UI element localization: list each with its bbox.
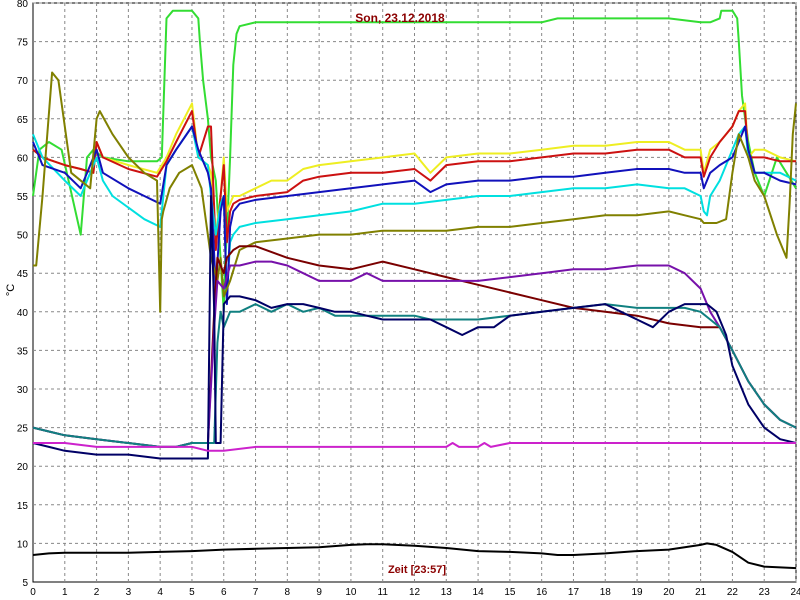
x-tick-label: 16 bbox=[536, 587, 548, 598]
x-axis-label: Zeit [23:57] bbox=[388, 564, 446, 576]
x-tick-label: 17 bbox=[568, 587, 580, 598]
chart-title: Son, 23.12.2018 bbox=[355, 11, 445, 25]
y-tick-label: 60 bbox=[17, 153, 29, 164]
y-tick-label: 20 bbox=[17, 462, 29, 473]
x-tick-label: 19 bbox=[631, 587, 643, 598]
x-tick-label: 14 bbox=[473, 587, 485, 598]
x-tick-label: 24 bbox=[790, 587, 800, 598]
x-tick-label: 10 bbox=[345, 587, 357, 598]
x-tick-label: 9 bbox=[316, 587, 322, 598]
x-tick-label: 18 bbox=[600, 587, 612, 598]
x-tick-label: 2 bbox=[94, 587, 100, 598]
y-tick-label: 35 bbox=[17, 346, 29, 357]
x-tick-label: 12 bbox=[409, 587, 421, 598]
y-tick-label: 30 bbox=[17, 385, 29, 396]
x-tick-label: 7 bbox=[253, 587, 259, 598]
x-tick-label: 21 bbox=[695, 587, 707, 598]
chart-container: 5 10 15 20 25 30 35 40 45 50 55 60 65 70 75 80 0 1 2 3 4 5 6 7 8… bbox=[0, 0, 800, 600]
x-tick-label: 8 bbox=[285, 587, 291, 598]
y-tick-label: 5 bbox=[22, 578, 28, 589]
y-tick-label: 50 bbox=[17, 231, 29, 242]
x-tick-label: 6 bbox=[221, 587, 227, 598]
y-tick-label: 80 bbox=[17, 0, 29, 10]
y-tick-label: 55 bbox=[17, 192, 29, 203]
y-tick-label: 65 bbox=[17, 115, 29, 126]
x-tick-label: 15 bbox=[504, 587, 516, 598]
y-tick-label: 45 bbox=[17, 269, 29, 280]
x-tick-label: 0 bbox=[30, 587, 36, 598]
x-tick-label: 4 bbox=[157, 587, 163, 598]
x-tick-label: 22 bbox=[727, 587, 739, 598]
x-tick-label: 5 bbox=[189, 587, 195, 598]
x-tick-label: 1 bbox=[62, 587, 68, 598]
y-tick-label: 15 bbox=[17, 501, 29, 512]
x-tick-label: 20 bbox=[663, 587, 675, 598]
y-tick-label: 25 bbox=[17, 424, 29, 435]
x-tick-label: 23 bbox=[759, 587, 771, 598]
chart-svg: 51015202530354045505560657075800 1 2 3 4 5 6 7 8… bbox=[5, 0, 800, 598]
y-tick-label: 40 bbox=[17, 308, 29, 319]
y-tick-label: 10 bbox=[17, 539, 29, 550]
x-tick-label: 3 bbox=[126, 587, 132, 598]
y-tick-label: 75 bbox=[17, 38, 29, 49]
x-tick-label: 13 bbox=[441, 587, 453, 598]
y-tick-label: 70 bbox=[17, 76, 29, 87]
x-tick-label: 11 bbox=[378, 587, 389, 598]
y-axis-label: °C bbox=[5, 284, 17, 296]
